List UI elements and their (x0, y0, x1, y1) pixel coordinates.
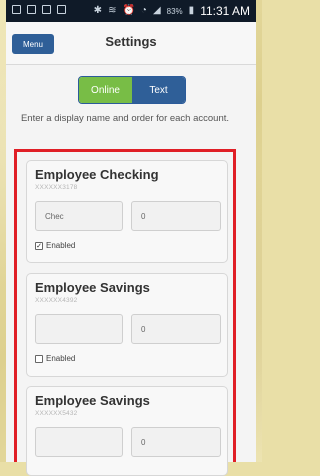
order-field[interactable]: 0 (131, 427, 221, 457)
display-name-field[interactable] (35, 314, 123, 344)
notification-icon (12, 5, 21, 14)
status-bar: ✱ ≋ ⏰ ◔ ◢ 83% ▮ 11:31 AM (6, 0, 256, 22)
order-field[interactable]: 0 (131, 314, 221, 344)
checkbox-unchecked-icon[interactable] (35, 354, 43, 363)
account-card: Employee Savings XXXXXX4392 0 Enabled (26, 273, 228, 377)
battery-icon: ▮ (188, 5, 195, 16)
account-card: Employee Checking XXXXXX3178 Chec 0 ✓ En… (26, 160, 228, 263)
account-number: XXXXXX5432 (35, 410, 78, 417)
enabled-label: Enabled (46, 241, 76, 250)
battery-percent: 83% (166, 6, 183, 16)
image-icon (42, 5, 51, 14)
bluetooth-icon: ✱ (93, 5, 103, 16)
account-number: XXXXXX3178 (35, 184, 78, 191)
display-name-field[interactable] (35, 427, 123, 457)
system-icons: ✱ ≋ ⏰ ◔ ◢ 83% ▮ 11:31 AM (94, 4, 250, 18)
instructions-text: Enter a display name and order for each … (20, 113, 230, 124)
checkbox-checked-icon[interactable]: ✓ (35, 241, 43, 250)
mail-icon (27, 5, 36, 14)
enabled-checkbox[interactable]: Enabled (35, 354, 75, 363)
notification-icons (12, 5, 66, 14)
toggle-online-button[interactable]: Online (79, 77, 132, 103)
status-time: 11:31 AM (200, 4, 250, 18)
account-number: XXXXXX4392 (35, 297, 78, 304)
account-title: Employee Checking (35, 167, 159, 182)
app-header: Menu Settings (6, 22, 256, 65)
settings-icon (57, 5, 66, 14)
display-name-field[interactable]: Chec (35, 201, 123, 231)
enabled-checkbox[interactable]: ✓ Enabled (35, 241, 75, 250)
order-field[interactable]: 0 (131, 201, 221, 231)
account-title: Employee Savings (35, 393, 150, 408)
wifi-icon: ◔ (140, 5, 147, 16)
enabled-label: Enabled (46, 354, 76, 363)
nfc-icon: ≋ (108, 5, 117, 16)
account-card: Employee Savings XXXXXX5432 0 (26, 386, 228, 476)
signal-icon: ◢ (152, 5, 161, 16)
page-title: Settings (105, 34, 157, 49)
toggle-text-button[interactable]: Text (132, 77, 185, 103)
alarm-icon: ⏰ (122, 5, 135, 16)
mode-toggle[interactable]: Online Text (78, 76, 186, 104)
account-title: Employee Savings (35, 280, 150, 295)
